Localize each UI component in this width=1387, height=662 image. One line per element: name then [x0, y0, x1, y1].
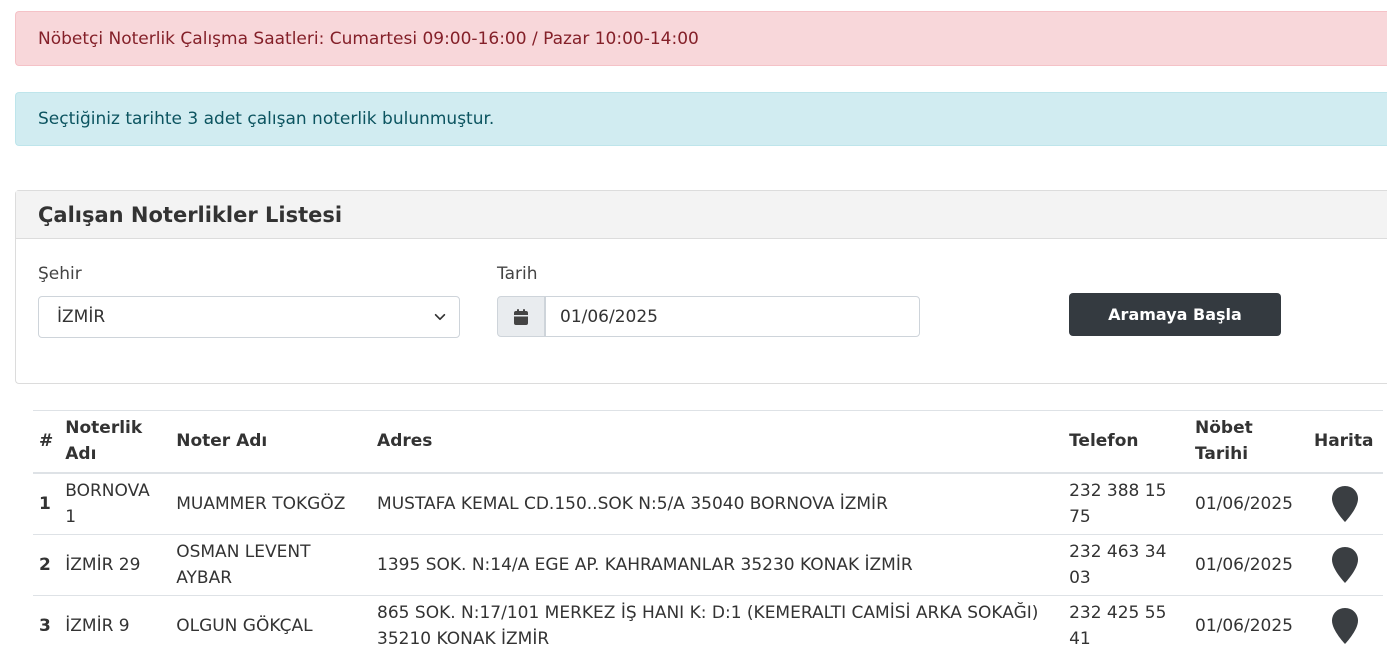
date-input[interactable]: 01/06/2025	[545, 296, 920, 337]
row-office: İZMİR 9	[59, 594, 171, 656]
header-notary: Noter Adı	[170, 410, 372, 474]
calendar-button[interactable]	[497, 296, 545, 337]
row-date: 01/06/2025	[1189, 533, 1308, 595]
date-input-value: 01/06/2025	[560, 306, 658, 327]
table-header-row: # Noterlik Adı Noter Adı Adres Telefon N…	[33, 410, 1383, 474]
row-notary: OLGUN GÖKÇAL	[170, 594, 372, 656]
row-map-cell	[1307, 472, 1383, 534]
header-address: Adres	[371, 410, 1064, 474]
row-date: 01/06/2025	[1189, 594, 1308, 656]
row-date: 01/06/2025	[1189, 472, 1308, 534]
row-office: BORNOVA 1	[59, 472, 171, 534]
row-address: 865 SOK. N:17/101 MERKEZ İŞ HANI K: D:1 …	[371, 594, 1064, 656]
row-phone: 232 463 34 03	[1063, 533, 1189, 595]
row-address: MUSTAFA KEMAL CD.150..SOK N:5/A 35040 BO…	[371, 472, 1064, 534]
calendar-icon	[514, 308, 528, 325]
header-phone: Telefon	[1063, 410, 1189, 474]
row-notary: MUAMMER TOKGÖZ	[170, 472, 372, 534]
city-select-value: İZMİR	[57, 307, 106, 327]
map-marker-icon[interactable]	[1331, 546, 1359, 584]
result-count-text: Seçtiğiniz tarihte 3 adet çalışan noterl…	[38, 109, 495, 129]
map-marker-icon[interactable]	[1331, 607, 1359, 645]
header-office: Noterlik Adı	[59, 410, 171, 474]
row-num: 2	[33, 533, 60, 595]
city-label: Şehir	[38, 264, 82, 284]
row-num: 3	[33, 594, 60, 656]
search-card: Çalışan Noterlikler Listesi Şehir İZMİR …	[15, 190, 1387, 384]
row-office: İZMİR 29	[59, 533, 171, 595]
row-map-cell	[1307, 594, 1383, 656]
result-count-alert: Seçtiğiniz tarihte 3 adet çalışan noterl…	[15, 92, 1387, 146]
card-title: Çalışan Noterlikler Listesi	[16, 191, 1387, 239]
notary-table: # Noterlik Adı Noter Adı Adres Telefon N…	[33, 410, 1383, 656]
map-marker-icon[interactable]	[1331, 485, 1359, 523]
city-select[interactable]: İZMİR	[38, 296, 460, 338]
working-hours-text: Nöbetçi Noterlik Çalışma Saatleri: Cumar…	[38, 28, 699, 49]
header-map: Harita	[1307, 410, 1383, 474]
row-notary: OSMAN LEVENT AYBAR	[170, 533, 372, 595]
row-num: 1	[33, 472, 60, 534]
table-row: 2 İZMİR 29 OSMAN LEVENT AYBAR 1395 SOK. …	[33, 533, 1383, 595]
header-num: #	[33, 410, 60, 474]
table-row: 1 BORNOVA 1 MUAMMER TOKGÖZ MUSTAFA KEMAL…	[33, 472, 1383, 534]
row-address: 1395 SOK. N:14/A EGE AP. KAHRAMANLAR 352…	[371, 533, 1064, 595]
working-hours-alert: Nöbetçi Noterlik Çalışma Saatleri: Cumar…	[15, 11, 1387, 66]
chevron-down-icon	[434, 313, 446, 321]
date-label: Tarih	[497, 264, 538, 284]
row-phone: 232 388 15 75	[1063, 472, 1189, 534]
header-date: Nöbet Tarihi	[1189, 410, 1308, 474]
row-phone: 232 425 55 41	[1063, 594, 1189, 656]
table-row: 3 İZMİR 9 OLGUN GÖKÇAL 865 SOK. N:17/101…	[33, 594, 1383, 656]
row-map-cell	[1307, 533, 1383, 595]
search-button[interactable]: Aramaya Başla	[1069, 293, 1281, 336]
